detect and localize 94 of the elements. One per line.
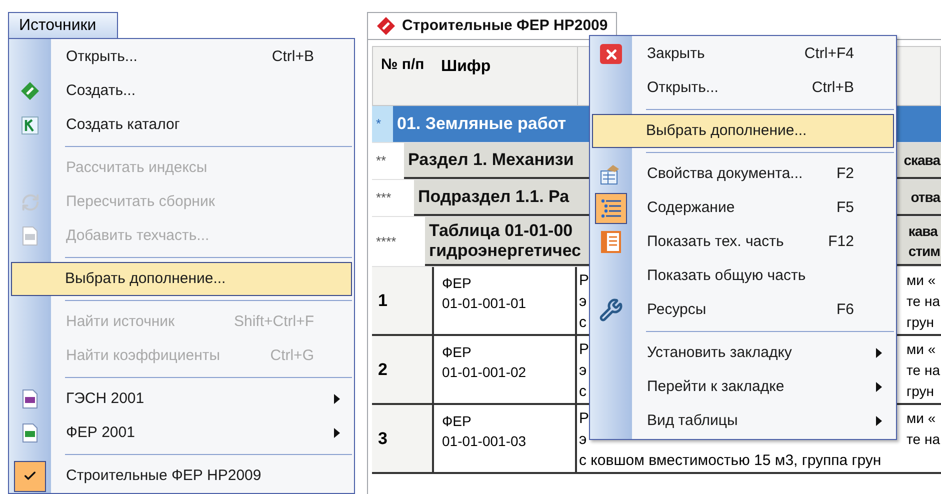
document-icon [21,423,39,443]
menu-item[interactable]: Вид таблицы [590,404,896,438]
menu-item[interactable]: ФЕР 2001 [9,416,354,450]
row-number: 3 [372,405,432,472]
menu-item-label: Вид таблицы [646,410,738,431]
shortcut-label: Ctrl+B [272,46,314,67]
menu-item-label: Найти источник [65,312,175,332]
menu-item[interactable]: Создать... [9,74,354,108]
description-line: с ковшом вместимостью 15 м3, группа грун [578,451,882,471]
menu-item[interactable]: Строительные ФЕР НР2009 [9,459,354,493]
group-title-continuation: скава [904,151,941,170]
group-title-continuation: кава стим [908,222,941,260]
description-fragment: Р э с [578,340,590,402]
menu-item[interactable]: Открыть... Ctrl+B [590,71,896,105]
menu-item-label: Закрыть [646,44,705,64]
menu-item[interactable]: Показать тех. часть F12 [590,225,896,259]
menu-item[interactable]: Открыть... Ctrl+B [9,40,354,74]
menu-item-label: Найти коэффициенты [65,346,220,366]
description-fragment: ми « те на грун [906,340,941,401]
diamond-document-icon [20,81,40,101]
menu-item[interactable]: Выбрать дополнение... [11,262,352,296]
group-title: Раздел 1. Механизи [408,150,574,170]
document-icon [21,389,39,409]
add-document-icon [21,226,39,246]
menu-item-label: Выбрать дополнение... [64,268,226,289]
row-marker: **** [375,232,398,251]
description-fragment: ми « те на [906,409,941,449]
shortcut-label: F6 [836,300,854,320]
shortcut-label: Ctrl+F4 [804,44,854,64]
close-icon [600,44,622,64]
column-header: Шифр [433,47,578,105]
description-fragment: Р э с [578,271,590,333]
menu-item-label: Свойства документа... [646,164,803,184]
menu-item[interactable]: Закрыть Ctrl+F4 [590,37,896,71]
menu-item-label: Открыть... [646,78,718,98]
menu-item[interactable]: Показать общую часть [590,259,896,293]
menu-item-label: Показать общую часть [646,266,806,286]
shortcut-label: Ctrl+B [812,78,854,98]
menu-item-label: Создать каталог [65,114,180,135]
menu-item-label: Добавить техчасть... [65,226,210,246]
code-cell: ФЕР 01-01-001-02 [432,336,577,403]
menu-item-label: ГЭСН 2001 [65,388,144,409]
row-marker: ** [375,152,388,170]
document-icon [601,231,621,253]
menu-item-label: Перейти к закладке [646,376,784,397]
menu-item-label: Ресурсы [646,300,706,320]
menu-item-label: Пересчитать сборник [65,192,215,212]
list-icon [599,197,623,219]
menu-item[interactable]: Выбрать дополнение... [592,114,894,148]
menu-item[interactable]: Создать каталог [9,108,354,142]
shortcut-label: F12 [828,232,854,252]
menu-item-label: Выбрать дополнение... [645,120,807,141]
shortcut-label: Shift+Ctrl+F [234,312,314,332]
column-header: № п/п [380,55,426,75]
menu-item-label: Строительные ФЕР НР2009 [65,466,262,486]
group-title-continuation: отва [910,188,941,207]
menu-bar-item[interactable]: Источники [8,12,118,38]
submenu-arrow-icon [334,394,340,404]
row-number: 2 [372,336,432,403]
menu-item-label: Показать тех. часть [646,232,784,252]
catalog-icon [21,115,39,135]
document-title: Строительные ФЕР НР2009 [402,16,608,36]
row-marker: *** [375,189,392,208]
row-number: 1 [372,267,432,334]
document-tab[interactable]: Строительные ФЕР НР2009 [367,12,617,39]
menu-item[interactable]: ГЭСН 2001 [9,382,354,416]
group-title: Таблица 01-01-00 гидроэнергетичес [429,220,582,260]
description-fragment: ми « те на грун [906,271,941,332]
shortcut-label: F5 [836,198,854,218]
menu-item-label: Содержание [646,198,735,218]
group-title: 01. Земляные работ [397,114,566,134]
menu-item-label: Создать... [65,80,136,101]
menu-item[interactable]: Ресурсы F6 [590,293,896,327]
menu-item-label: ФЕР 2001 [65,422,135,443]
row-marker: * [372,106,393,142]
menu-item-label: Открыть... [65,46,138,67]
menu-item-label: Установить закладку [646,342,792,363]
shortcut-label: F2 [836,164,854,184]
refresh-icon [20,192,40,212]
shortcut-label: Ctrl+G [270,346,314,366]
tools-icon [599,298,623,322]
code-cell: ФЕР 01-01-001-01 [432,267,577,334]
menu-item[interactable]: Свойства документа... F2 [590,157,896,191]
diamond-document-icon [376,16,396,36]
menu-item[interactable]: Установить закладку [590,336,896,370]
code-cell: ФЕР 01-01-001-03 [432,405,577,472]
submenu-arrow-icon [334,428,340,438]
menu-item[interactable]: Перейти к закладке [590,370,896,404]
submenu-arrow-icon [876,348,882,358]
submenu-arrow-icon [876,416,882,426]
menu-item-label: Рассчитать индексы [65,158,208,178]
menu-item[interactable]: Содержание F5 [590,191,896,225]
group-title: Подраздел 1.1. Ра [418,187,570,207]
submenu-arrow-icon [876,382,882,392]
